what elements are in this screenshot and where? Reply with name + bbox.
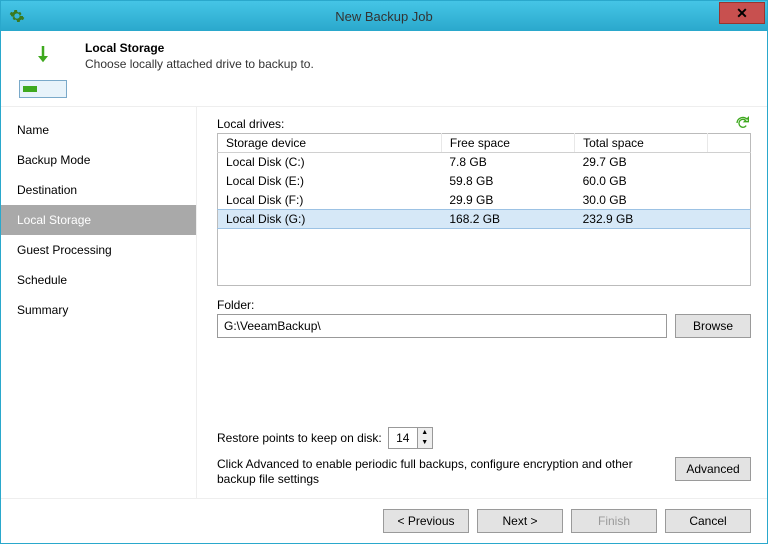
folder-label: Folder:: [217, 298, 751, 312]
table-row[interactable]: Local Disk (C:) 7.8 GB 29.7 GB: [218, 153, 751, 172]
folder-input[interactable]: [217, 314, 667, 338]
spinner-down-icon[interactable]: ▼: [418, 438, 432, 448]
advanced-hint: Click Advanced to enable periodic full b…: [217, 457, 665, 488]
restore-points-label: Restore points to keep on disk:: [217, 431, 382, 445]
sidebar-item-local-storage[interactable]: Local Storage: [1, 205, 196, 235]
sidebar-item-destination[interactable]: Destination: [1, 175, 196, 205]
page-title: Local Storage: [85, 41, 314, 55]
close-icon: ✕: [736, 5, 748, 22]
browse-button[interactable]: Browse: [675, 314, 751, 338]
next-button[interactable]: Next >: [477, 509, 563, 533]
page-header: Local Storage Choose locally attached dr…: [1, 31, 767, 107]
previous-button[interactable]: < Previous: [383, 509, 469, 533]
wizard-sidebar: Name Backup Mode Destination Local Stora…: [1, 107, 197, 498]
col-total-space[interactable]: Total space: [575, 134, 708, 153]
sidebar-item-backup-mode[interactable]: Backup Mode: [1, 145, 196, 175]
main-panel: Local drives: Storage device Free space …: [197, 107, 767, 498]
drives-table: Storage device Free space Total space Lo…: [217, 133, 751, 286]
table-row-empty: [218, 229, 751, 248]
sidebar-item-name[interactable]: Name: [1, 115, 196, 145]
col-storage-device[interactable]: Storage device: [218, 134, 442, 153]
window-title: New Backup Job: [335, 9, 433, 24]
table-row-empty: [218, 267, 751, 286]
header-icon-block: [15, 41, 71, 98]
spinner-up-icon[interactable]: ▲: [418, 428, 432, 438]
advanced-button[interactable]: Advanced: [675, 457, 751, 481]
col-spacer: [708, 134, 751, 153]
download-arrow-icon: [25, 41, 61, 76]
local-drives-label: Local drives:: [217, 117, 751, 131]
table-row-selected[interactable]: Local Disk (G:) 168.2 GB 232.9 GB: [218, 210, 751, 229]
cancel-button[interactable]: Cancel: [665, 509, 751, 533]
sidebar-item-summary[interactable]: Summary: [1, 295, 196, 325]
finish-button: Finish: [571, 509, 657, 533]
sidebar-item-schedule[interactable]: Schedule: [1, 265, 196, 295]
close-button[interactable]: ✕: [719, 2, 765, 24]
gear-icon: [7, 6, 27, 26]
table-row[interactable]: Local Disk (F:) 29.9 GB 30.0 GB: [218, 191, 751, 210]
col-free-space[interactable]: Free space: [441, 134, 574, 153]
table-header-row: Storage device Free space Total space: [218, 134, 751, 153]
drive-icon: [19, 80, 67, 98]
table-row[interactable]: Local Disk (E:) 59.8 GB 60.0 GB: [218, 172, 751, 191]
titlebar: New Backup Job ✕: [1, 1, 767, 31]
restore-points-input[interactable]: [389, 428, 417, 448]
wizard-footer: < Previous Next > Finish Cancel: [1, 498, 767, 543]
table-row-empty: [218, 248, 751, 267]
page-subtitle: Choose locally attached drive to backup …: [85, 57, 314, 71]
refresh-icon[interactable]: [735, 115, 751, 131]
restore-points-spinner[interactable]: ▲ ▼: [388, 427, 433, 449]
sidebar-item-guest-processing[interactable]: Guest Processing: [1, 235, 196, 265]
